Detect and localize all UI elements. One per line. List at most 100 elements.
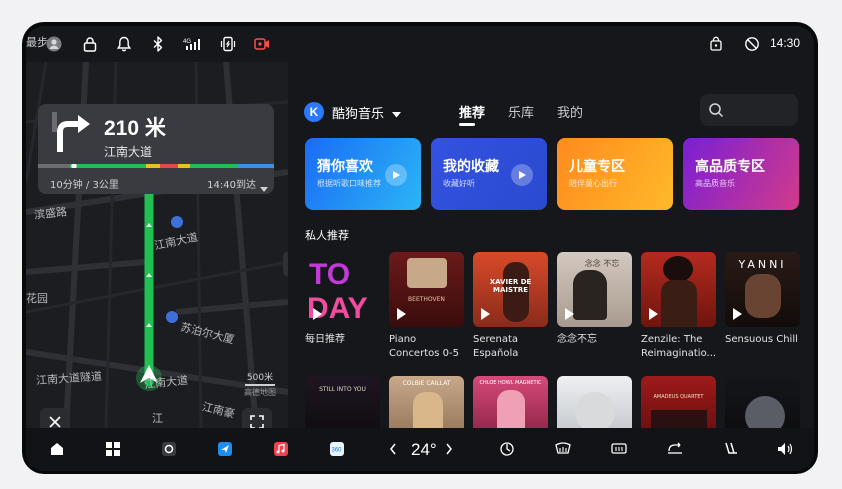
playlist-tile[interactable]: 念念 不忘	[557, 252, 632, 327]
cabin-temperature: 24°	[411, 440, 437, 459]
section-title: 私人推荐	[305, 229, 349, 242]
phone-projection-icon[interactable]	[218, 34, 238, 54]
cover-text: STILL INTO YOU	[319, 386, 366, 393]
map-scale: 500米 高德地图	[244, 370, 276, 398]
rear-defrost-icon[interactable]	[608, 438, 630, 460]
cover-text: YANNI	[738, 258, 787, 271]
play-icon	[649, 308, 658, 320]
fullscreen-icon	[250, 414, 264, 428]
music-app-icon[interactable]	[270, 438, 292, 460]
tab-mine[interactable]: 我的	[557, 102, 583, 121]
home-icon[interactable]	[46, 438, 68, 460]
active-tab-indicator	[459, 123, 475, 126]
app-switcher[interactable]: K 酷狗音乐	[304, 100, 402, 124]
car-screen: 最步步 4G 14:30 210 米 江南大道 10分钟 / 3公里 14:40…	[26, 26, 814, 471]
next-road-name: 江南大道	[104, 145, 153, 159]
apps-grid-icon[interactable]	[102, 438, 124, 460]
svg-text:TO: TO	[309, 258, 350, 291]
playlist-title: Serenata Española	[473, 334, 519, 359]
feature-my-favorites[interactable]: 我的收藏 收藏好听	[431, 138, 547, 210]
playlist-tile[interactable]: TO DAY	[305, 252, 380, 327]
map-provider: 高德地图	[244, 388, 276, 397]
cover-text: XAVIER DE MAISTRE	[489, 278, 532, 294]
kugou-logo-icon: K	[304, 102, 324, 122]
playlist-title: 念念不忘	[557, 334, 597, 345]
play-icon	[481, 308, 490, 320]
play-icon[interactable]	[511, 164, 533, 186]
playlist-tile[interactable]	[641, 252, 716, 327]
clock: 14:30	[769, 36, 800, 50]
feature-kids-zone[interactable]: 儿童专区 陪伴童心出行	[557, 138, 673, 210]
play-icon	[733, 308, 742, 320]
chevron-down-icon[interactable]	[260, 178, 268, 197]
map-view[interactable]: 210 米 江南大道 10分钟 / 3公里 14:40到达 滨盛路 江南大道 苏…	[26, 62, 288, 428]
turn-instruction-card[interactable]: 210 米 江南大道 10分钟 / 3公里 14:40到达	[38, 104, 274, 194]
camera-app-icon[interactable]	[158, 438, 180, 460]
auto-climate-icon[interactable]	[496, 438, 518, 460]
play-icon[interactable]	[385, 164, 407, 186]
playlist-title: Sensuous Chill	[725, 334, 798, 345]
svg-text:360: 360	[332, 448, 343, 454]
map-label: 江	[152, 412, 163, 425]
do-not-disturb-icon[interactable]	[742, 34, 762, 54]
feature-title: 猜你喜欢	[317, 159, 373, 175]
feature-subtitle: 高品质音乐	[695, 179, 735, 188]
arrival-time[interactable]: 14:40到达	[207, 176, 256, 191]
app-name: 酷狗音乐	[332, 106, 385, 122]
seat-heating-icon[interactable]	[720, 438, 742, 460]
bell-icon[interactable]	[114, 34, 134, 54]
cellular-signal-icon: 4G	[182, 34, 202, 54]
security-lock-icon[interactable]	[706, 34, 726, 54]
cover-text: AMADEUS QUARTET	[653, 394, 704, 400]
map-label: 花园	[26, 292, 48, 305]
feature-title: 儿童专区	[569, 159, 625, 175]
search-icon	[708, 102, 724, 122]
feature-title: 我的收藏	[443, 159, 499, 175]
volume-icon[interactable]	[774, 438, 796, 460]
scale-value: 500米	[246, 373, 274, 383]
play-icon	[397, 308, 406, 320]
cover-text: BEETHOVEN	[408, 296, 445, 303]
tab-library[interactable]: 乐库	[508, 102, 534, 121]
playlist-tile[interactable]: XAVIER DE MAISTRE	[473, 252, 548, 327]
bottom-dock: 360 24°	[26, 428, 814, 471]
temperature-up-icon[interactable]	[438, 438, 460, 460]
front-defrost-icon[interactable]	[552, 438, 574, 460]
360-camera-icon[interactable]: 360	[326, 438, 348, 460]
route-progress-bar	[38, 164, 274, 168]
cover-text: CHLOE HOWL MAGNETIC	[479, 380, 542, 386]
playlist-title: Piano Concertos 0-5	[389, 334, 459, 359]
play-icon	[565, 308, 574, 320]
play-icon	[313, 308, 322, 320]
eta-remaining: 10分钟 / 3公里	[50, 180, 119, 191]
fullscreen-map-button[interactable]	[242, 408, 272, 428]
close-icon	[48, 414, 62, 429]
chevron-down-icon	[392, 103, 402, 122]
lock-icon[interactable]	[80, 34, 100, 54]
dashcam-record-icon[interactable]	[252, 34, 272, 54]
tab-recommend[interactable]: 推荐	[459, 102, 485, 121]
feature-title: 高品质专区	[695, 159, 765, 175]
temperature-down-icon[interactable]	[382, 438, 404, 460]
air-recirculation-icon[interactable]	[664, 438, 686, 460]
map-label: 滨盛路	[33, 205, 68, 222]
turn-right-arrow-icon	[52, 112, 92, 158]
feature-subtitle: 陪伴童心出行	[569, 179, 617, 188]
cover-text: COLBIE CAILLAT	[402, 380, 451, 387]
close-navigation-button[interactable]	[40, 408, 70, 428]
playlist-title: 每日推荐	[305, 334, 345, 345]
turn-distance: 210 米	[104, 117, 166, 140]
playlist-tile[interactable]: YANNI	[725, 252, 800, 327]
feature-subtitle: 收藏好听	[443, 179, 475, 188]
feature-subtitle: 根据听歌口味推荐	[317, 179, 381, 188]
feature-high-quality-zone[interactable]: 高品质专区 高品质音乐	[683, 138, 799, 210]
playlist-tile[interactable]: BEETHOVEN	[389, 252, 464, 327]
music-app-panel: K 酷狗音乐 推荐 乐库 我的 猜你喜欢 根据听歌口味推荐 我的收藏 收藏好听 …	[288, 62, 814, 451]
status-bar: 最步步 4G 14:30	[26, 26, 814, 62]
search-button[interactable]	[700, 94, 798, 126]
avatar-icon[interactable]	[44, 34, 64, 54]
playlist-title: Zenzile: The Reimaginatio...	[641, 334, 717, 359]
bluetooth-icon[interactable]	[148, 34, 168, 54]
feature-guess-you-like[interactable]: 猜你喜欢 根据听歌口味推荐	[305, 138, 421, 210]
navigation-app-icon[interactable]	[214, 438, 236, 460]
